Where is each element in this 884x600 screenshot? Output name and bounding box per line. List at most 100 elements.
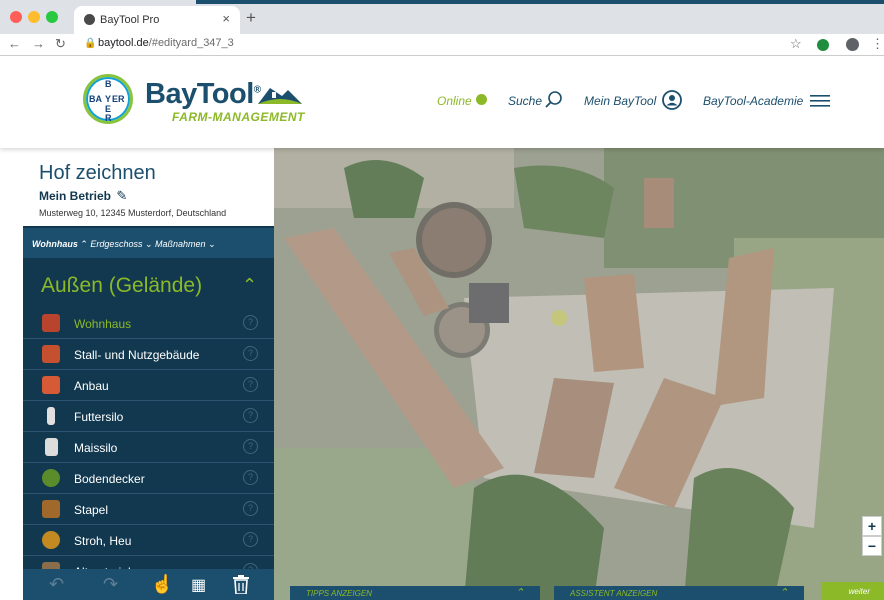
user-icon[interactable] (662, 90, 682, 110)
sidebar-header: Hof zeichnen Mein Betrieb ✎ Musterweg 10… (23, 148, 274, 226)
chevron-down-icon: ⌄ (144, 239, 153, 249)
brand-name: BayTool (145, 78, 254, 110)
logo-letter: ER (112, 94, 125, 104)
help-icon[interactable]: ? (243, 470, 258, 485)
list-item-label: Stapel (74, 503, 109, 517)
chevron-up-icon: ⌃ (514, 587, 524, 599)
url-field[interactable]: baytool.de/#edityard_347_3 (98, 37, 234, 49)
logo-letter: Y (105, 94, 112, 104)
online-dot-icon (476, 94, 487, 105)
chevron-up-icon: ⌃ (80, 239, 88, 249)
list-item-stroh-heu[interactable]: Stroh, Heu ? (23, 525, 274, 556)
assistant-toggle[interactable]: ASSISTENT ANZEIGEN ⌃ (554, 586, 804, 600)
crumb-massnahmen[interactable]: Maßnahmen (155, 239, 206, 249)
tips-label: TIPPS ANZEIGEN (306, 589, 372, 598)
tab-title: BayTool Pro (100, 14, 160, 26)
section-heading[interactable]: Außen (Gelände) (41, 274, 202, 298)
crumb-erdgeschoss[interactable]: Erdgeschoss (90, 239, 142, 249)
breadcrumb: Wohnhaus ⌃ Erdgeschoss ⌄ Maßnahmen ⌄ (23, 228, 274, 258)
zoom-in-button[interactable]: + (862, 516, 882, 536)
list-item-label: Futtersilo (74, 410, 124, 424)
pencil-edit-icon[interactable]: ✎ (116, 188, 127, 203)
help-icon[interactable]: ? (243, 501, 258, 516)
browser-menu-icon[interactable]: ⋮ (871, 36, 884, 52)
corn-silo-icon (45, 438, 58, 456)
search-icon[interactable] (544, 90, 564, 110)
zoom-out-button[interactable]: − (862, 536, 882, 556)
browser-tab-strip: BayTool Pro × + (0, 0, 884, 34)
help-icon[interactable]: ? (243, 408, 258, 423)
logo-letter: BA (89, 94, 102, 104)
list-item-anbau[interactable]: Anbau ? (23, 370, 274, 401)
browser-tab[interactable]: BayTool Pro × (74, 6, 240, 34)
redo-icon[interactable]: ↷ (103, 574, 118, 595)
page-title: Hof zeichnen (39, 162, 156, 184)
chevron-up-icon: ⌃ (778, 587, 788, 599)
assistant-label: ASSISTENT ANZEIGEN (570, 589, 658, 598)
nav-search[interactable]: Suche (508, 94, 542, 108)
chevron-down-icon: ⌄ (208, 239, 216, 249)
list-item-label: Wohnhaus (74, 317, 132, 331)
barn-icon (42, 345, 60, 363)
profile-icon[interactable] (846, 38, 859, 51)
list-item-bodendecker[interactable]: Bodendecker ? (23, 463, 274, 494)
back-icon[interactable]: ← (8, 36, 21, 51)
bayer-logo: B BA Y ER E R (83, 74, 133, 124)
bookmark-star-icon[interactable]: ☆ (790, 36, 802, 52)
help-icon[interactable]: ? (243, 315, 258, 330)
logo-letter: B (105, 79, 112, 89)
drawing-toolbar: ↶ ↷ ☝ ▦ (23, 569, 274, 600)
brand-subtitle: FARM-MANAGEMENT (172, 110, 305, 124)
list-item-label: Stroh, Heu (74, 534, 132, 548)
pointer-hand-icon[interactable]: ☝ (151, 574, 173, 595)
nav-academy[interactable]: BayTool-Academie (703, 94, 803, 108)
house-icon (42, 314, 60, 332)
stack-icon (42, 500, 60, 518)
tips-toggle[interactable]: TIPPS ANZEIGEN ⌃ (290, 586, 540, 600)
next-button[interactable]: weiter (822, 582, 884, 600)
aerial-map[interactable]: + − (274, 148, 884, 600)
collapse-chevron-icon[interactable]: ⌃ (242, 275, 257, 296)
reload-icon[interactable]: ↻ (55, 36, 66, 52)
list-item-futtersilo[interactable]: Futtersilo ? (23, 401, 274, 432)
list-item-stall[interactable]: Stall- und Nutzgebäude ? (23, 339, 274, 370)
hamburger-menu-icon[interactable] (810, 94, 830, 108)
list-item-label: Stall- und Nutzgebäude (74, 348, 200, 362)
help-icon[interactable]: ? (243, 346, 258, 361)
list-item-label: Maissilo (74, 441, 118, 455)
silo-icon (47, 407, 55, 425)
url-path: /#edityard_347_3 (148, 37, 234, 49)
aerial-image (274, 148, 884, 600)
list-item-stapel[interactable]: Stapel ? (23, 494, 274, 525)
trash-icon[interactable] (233, 575, 249, 594)
list-item-label: Anbau (74, 379, 109, 393)
undo-icon[interactable]: ↶ (49, 574, 64, 595)
sidebar: Hof zeichnen Mein Betrieb ✎ Musterweg 10… (23, 148, 274, 600)
grid-icon[interactable]: ▦ (191, 575, 206, 595)
window-close-icon[interactable] (10, 11, 22, 23)
help-icon[interactable]: ? (243, 439, 258, 454)
forward-icon[interactable]: → (32, 36, 45, 51)
farm-name-text: Mein Betrieb (39, 189, 112, 203)
annex-icon (42, 376, 60, 394)
crumb-wohnhaus[interactable]: Wohnhaus (32, 239, 78, 249)
new-tab-icon[interactable]: + (246, 8, 256, 28)
tab-close-icon[interactable]: × (222, 11, 230, 26)
extension-check-icon[interactable] (817, 39, 829, 51)
help-icon[interactable]: ? (243, 532, 258, 547)
farm-name: Mein Betrieb ✎ (39, 188, 127, 204)
brand-title: BayTool® (145, 78, 261, 110)
url-host: baytool.de (98, 37, 149, 49)
window-minimize-icon[interactable] (28, 11, 40, 23)
straw-icon (42, 531, 60, 549)
nav-account[interactable]: Mein BayTool (584, 94, 656, 108)
list-item-maissilo[interactable]: Maissilo ? (23, 432, 274, 463)
logo-letter: R (105, 113, 112, 123)
help-icon[interactable]: ? (243, 377, 258, 392)
address-bar: ← → ↻ 🔒 baytool.de/#edityard_347_3 ☆ ⋮ (0, 34, 884, 56)
farm-address: Musterweg 10, 12345 Musterdorf, Deutschl… (39, 208, 227, 218)
window-maximize-icon[interactable] (46, 11, 58, 23)
list-item-wohnhaus[interactable]: Wohnhaus ? (23, 308, 274, 339)
site-header: B BA Y ER E R BayTool® FARM-MANAGEMENT O… (0, 56, 884, 148)
lock-icon: 🔒 (84, 38, 97, 49)
